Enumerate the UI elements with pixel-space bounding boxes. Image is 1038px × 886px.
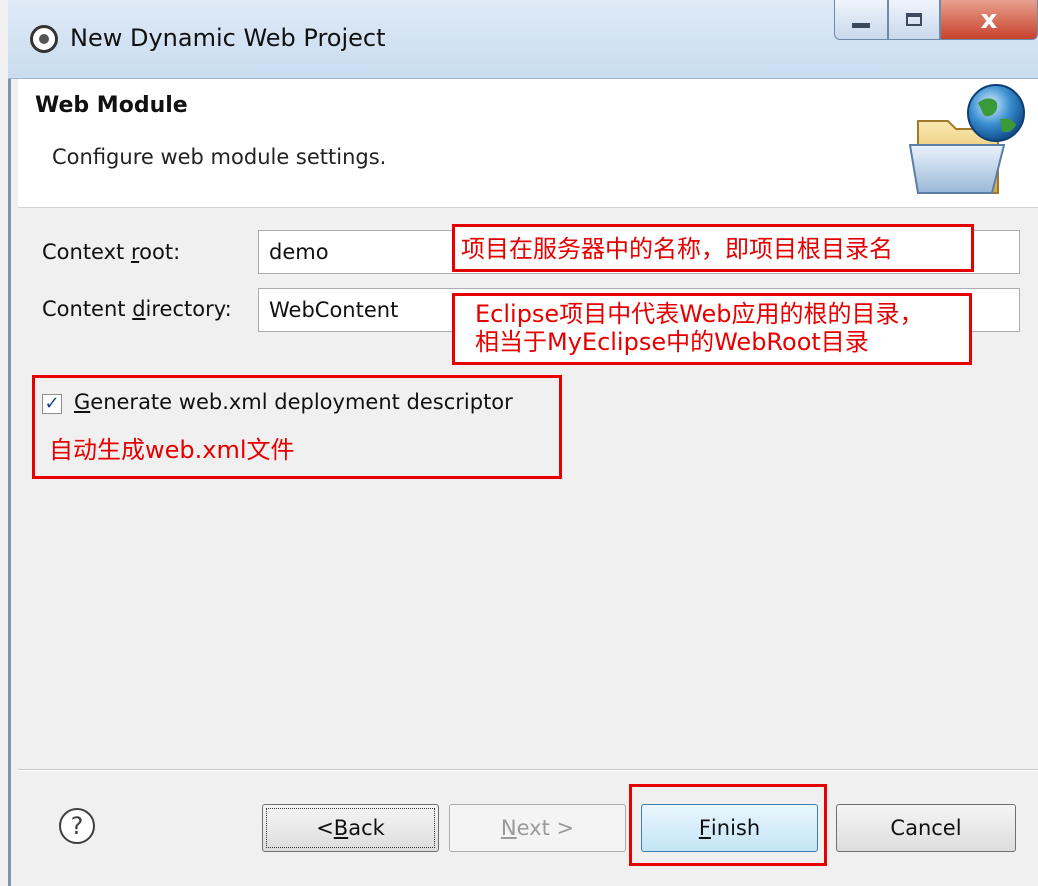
content-directory-label-rest: irectory: — [145, 297, 232, 321]
dialog-window: New Dynamic Web Project x Web Module Con… — [0, 0, 1038, 886]
help-icon: ? — [70, 812, 84, 840]
page-subtitle: Configure web module settings. — [52, 145, 387, 169]
maximize-button[interactable] — [888, 0, 940, 40]
back-button[interactable]: < Back — [262, 804, 439, 852]
context-root-label-text: Context — [42, 240, 131, 264]
folder-globe-icon — [908, 84, 1025, 194]
next-button-mnemonic: N — [500, 816, 517, 840]
back-button-arrow: < — [316, 816, 334, 840]
help-button[interactable]: ? — [59, 808, 95, 844]
back-button-mnemonic: B — [333, 816, 349, 840]
next-button-label: ext > — [516, 816, 575, 840]
minimize-icon — [852, 23, 870, 28]
annotation-content-line1: Eclipse项目中代表Web应用的根的目录， — [475, 300, 924, 328]
minimize-button[interactable] — [834, 0, 888, 40]
maximize-icon — [906, 13, 922, 26]
context-root-label: Context root: — [42, 240, 180, 264]
eclipse-app-icon — [30, 25, 58, 53]
context-root-label-mnemonic: r — [130, 240, 140, 264]
title-bar[interactable]: New Dynamic Web Project x — [8, 0, 1038, 79]
window-border — [8, 79, 11, 886]
window-title: New Dynamic Web Project — [70, 24, 386, 52]
annotation-generate: 自动生成web.xml文件 — [49, 436, 295, 464]
cancel-button[interactable]: Cancel — [836, 804, 1016, 852]
annotation-content-line2: 相当于MyEclipse中的WebRoot目录 — [475, 328, 869, 356]
annotation-finish-box — [629, 784, 827, 866]
annotation-context-root: 项目在服务器中的名称，即项目根目录名 — [452, 224, 974, 272]
content-directory-label-text: Content — [42, 297, 133, 321]
window-left-edge — [0, 79, 18, 886]
back-button-label: ack — [348, 816, 385, 840]
close-button[interactable]: x — [940, 0, 1038, 40]
context-root-label-rest: oot: — [139, 240, 181, 264]
page-title: Web Module — [35, 93, 188, 118]
annotation-content-directory: Eclipse项目中代表Web应用的根的目录， 相当于MyEclipse中的We… — [452, 293, 972, 365]
close-icon: x — [980, 4, 998, 35]
content-directory-label: Content directory: — [42, 297, 232, 321]
annotation-generate-box: 自动生成web.xml文件 — [32, 375, 562, 479]
wizard-header: Web Module Configure web module settings… — [18, 79, 1038, 208]
content-directory-label-mnemonic: d — [132, 297, 146, 321]
next-button[interactable]: Next > — [449, 804, 626, 852]
button-bar-separator — [18, 769, 1038, 771]
